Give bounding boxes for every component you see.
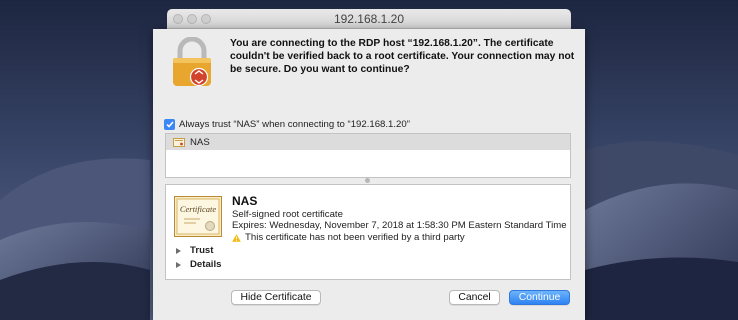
certificate-detail-pane: Certificate NAS Self-signed root certifi… (165, 184, 571, 280)
certificate-name: NAS (232, 194, 258, 208)
always-trust-row: Always trust “NAS” when connecting to “1… (164, 117, 410, 131)
disclosure-triangle-icon (176, 247, 181, 254)
certificate-type: Self-signed root certificate (232, 209, 343, 220)
continue-button[interactable]: Continue (509, 290, 570, 305)
checkmark-icon (165, 121, 174, 128)
certificate-list-item[interactable]: NAS (166, 134, 570, 150)
certificate-expiry: Expires: Wednesday, November 7, 2018 at … (232, 220, 567, 231)
certificate-list-item-label: NAS (190, 136, 210, 148)
warning-icon (232, 233, 241, 242)
trust-disclosure[interactable]: Trust (176, 245, 213, 256)
window-titlebar: 192.168.1.20 (167, 9, 571, 29)
always-trust-label: Always trust “NAS” when connecting to “1… (179, 118, 410, 130)
certificate-list: NAS (165, 133, 571, 178)
details-disclosure[interactable]: Details (176, 259, 221, 270)
dialog-message: You are connecting to the RDP host “192.… (230, 38, 575, 75)
certificate-image-text: Certificate (180, 204, 217, 214)
lock-icon (173, 37, 211, 87)
trust-disclosure-label: Trust (190, 245, 214, 256)
always-trust-checkbox[interactable] (164, 118, 175, 130)
certificate-dialog: You are connecting to the RDP host “192.… (153, 29, 585, 320)
window-title: 192.168.1.20 (333, 12, 405, 26)
pane-splitter-handle[interactable] (365, 178, 370, 183)
certificate-icon (173, 137, 185, 147)
hide-certificate-button[interactable]: Hide Certificate (231, 290, 321, 305)
certificate-image-icon: Certificate (174, 196, 222, 237)
cancel-button[interactable]: Cancel (449, 290, 500, 305)
details-disclosure-label: Details (190, 259, 222, 270)
certificate-warning: This certificate has not been verified b… (232, 232, 465, 243)
certificate-warning-text: This certificate has not been verified b… (245, 232, 465, 243)
disclosure-triangle-icon (176, 261, 181, 268)
